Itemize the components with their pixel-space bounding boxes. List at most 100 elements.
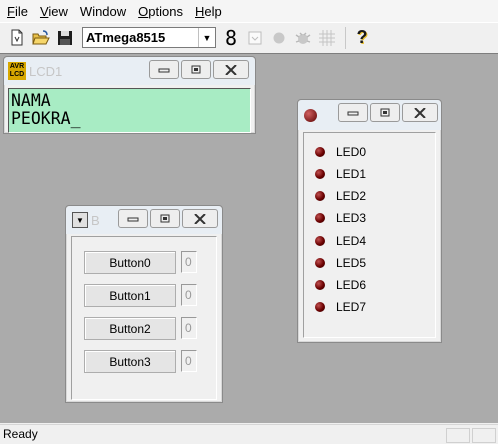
led-item: LED5 [315,255,366,271]
floppy-disk-icon [58,30,72,45]
led-label: LED7 [336,300,367,314]
maximize-button[interactable] [150,209,180,228]
button-window-titlebar[interactable]: ▼ B [66,206,222,234]
button-1[interactable]: Button1 [84,284,176,307]
help-icon: ? [356,27,368,47]
lcd-line-2: PEOKRA_ [11,109,81,128]
status-text: Ready [3,427,38,441]
chevron-down-icon[interactable]: ▼ [198,28,215,47]
menu-window[interactable]: Window [76,4,134,19]
button-window-title: B [91,212,100,228]
bug-icon [295,32,311,44]
minimize-icon [127,217,139,221]
menu-options[interactable]: Options [134,4,191,19]
open-folder-icon [32,29,50,44]
lcd-window-titlebar[interactable]: AVR LCD LCD1 [4,57,255,85]
maximize-icon [191,65,201,73]
close-button[interactable] [182,209,218,228]
window-caption-buttons [147,60,249,79]
button-3-counter: 0 [181,350,197,372]
button-label: Button3 [109,354,151,369]
menu-view[interactable]: View [36,4,76,19]
led-window-icon [304,108,317,122]
led-label: LED0 [336,145,367,159]
minimize-icon [158,68,170,72]
led-item: LED7 [315,299,366,315]
status-bar: Ready [0,424,498,444]
led-button[interactable] [268,27,290,49]
lcd-window[interactable]: AVR LCD LCD1 NAMA PEOKRA_ [3,56,256,134]
led-window[interactable]: LED0 LED1 LED2 LED3 LED4 LED5 LED6 LED7 [297,99,442,343]
button-1-counter: 0 [181,284,197,306]
led-label: LED6 [336,278,367,292]
close-button[interactable] [402,103,438,122]
led-item: LED4 [315,233,366,249]
maximize-button[interactable] [370,103,400,122]
led-indicator [315,147,325,157]
led-item: LED6 [315,277,366,293]
led-label: LED1 [336,167,367,181]
menu-file[interactable]: File [3,4,36,19]
dropdown-button[interactable] [244,27,266,49]
led-label: LED4 [336,234,367,248]
lcd-window-title: LCD1 [29,63,63,79]
save-button[interactable] [54,27,76,49]
button-2[interactable]: Button2 [84,317,176,340]
menu-bar: File View Window Options Help [0,0,498,22]
led-item: LED2 [315,188,366,204]
lcd-line-1: NAMA [11,91,51,110]
button-0[interactable]: Button0 [84,251,176,274]
close-icon [414,107,426,118]
led-indicator [315,169,325,179]
maximize-icon [380,108,390,116]
open-file-button[interactable] [30,27,52,49]
button-label: Button1 [109,288,151,303]
dropdown-box-icon [248,31,262,44]
window-caption-buttons [116,209,218,228]
close-icon [194,213,206,224]
led-window-titlebar[interactable] [298,100,441,130]
led-indicator [315,236,325,246]
lcd-display: NAMA PEOKRA_ [8,88,251,133]
button-0-counter: 0 [181,251,197,273]
led-label: LED2 [336,189,367,203]
grid-icon [319,29,335,46]
led-indicator [315,213,325,223]
button-panel: Button0 0 Button1 0 Button2 0 Button3 0 [71,236,217,400]
maximize-button[interactable] [181,60,211,79]
help-button[interactable]: ? [351,27,373,49]
led-indicator [315,280,325,290]
minimize-button[interactable] [338,103,368,122]
chip-select[interactable]: ATmega8515 ▼ [82,27,216,48]
window-caption-buttons [336,103,438,122]
status-panel [472,428,496,443]
seven-segment-button[interactable]: 8 [220,25,242,50]
toolbar-separator [345,26,346,49]
led-item: LED1 [315,166,366,182]
bug-button[interactable] [292,27,314,49]
maximize-icon [160,214,170,222]
minimize-button[interactable] [118,209,148,228]
new-file-icon [11,29,23,46]
button-3[interactable]: Button3 [84,350,176,373]
close-icon [225,64,237,75]
button-2-counter: 0 [181,317,197,339]
minimize-icon [347,111,359,115]
led-indicator [315,302,325,312]
minimize-button[interactable] [149,60,179,79]
button-window[interactable]: ▼ B Button0 0 Button1 0 Button2 0 Button… [65,205,223,403]
button-label: Button0 [109,255,151,270]
led-item: LED0 [315,144,366,160]
led-item: LED3 [315,210,366,226]
new-file-button[interactable] [6,27,28,49]
grid-button[interactable] [316,27,338,49]
gray-dot-icon [273,32,285,43]
button-window-icon: ▼ [72,212,88,228]
seven-segment-icon: 8 [224,25,238,50]
toolbar: ATmega8515 ▼ 8 ? [0,22,498,52]
menu-help[interactable]: Help [191,4,230,19]
chip-select-value: ATmega8515 [86,30,166,45]
close-button[interactable] [213,60,249,79]
led-indicator [315,258,325,268]
status-panel [446,428,470,443]
